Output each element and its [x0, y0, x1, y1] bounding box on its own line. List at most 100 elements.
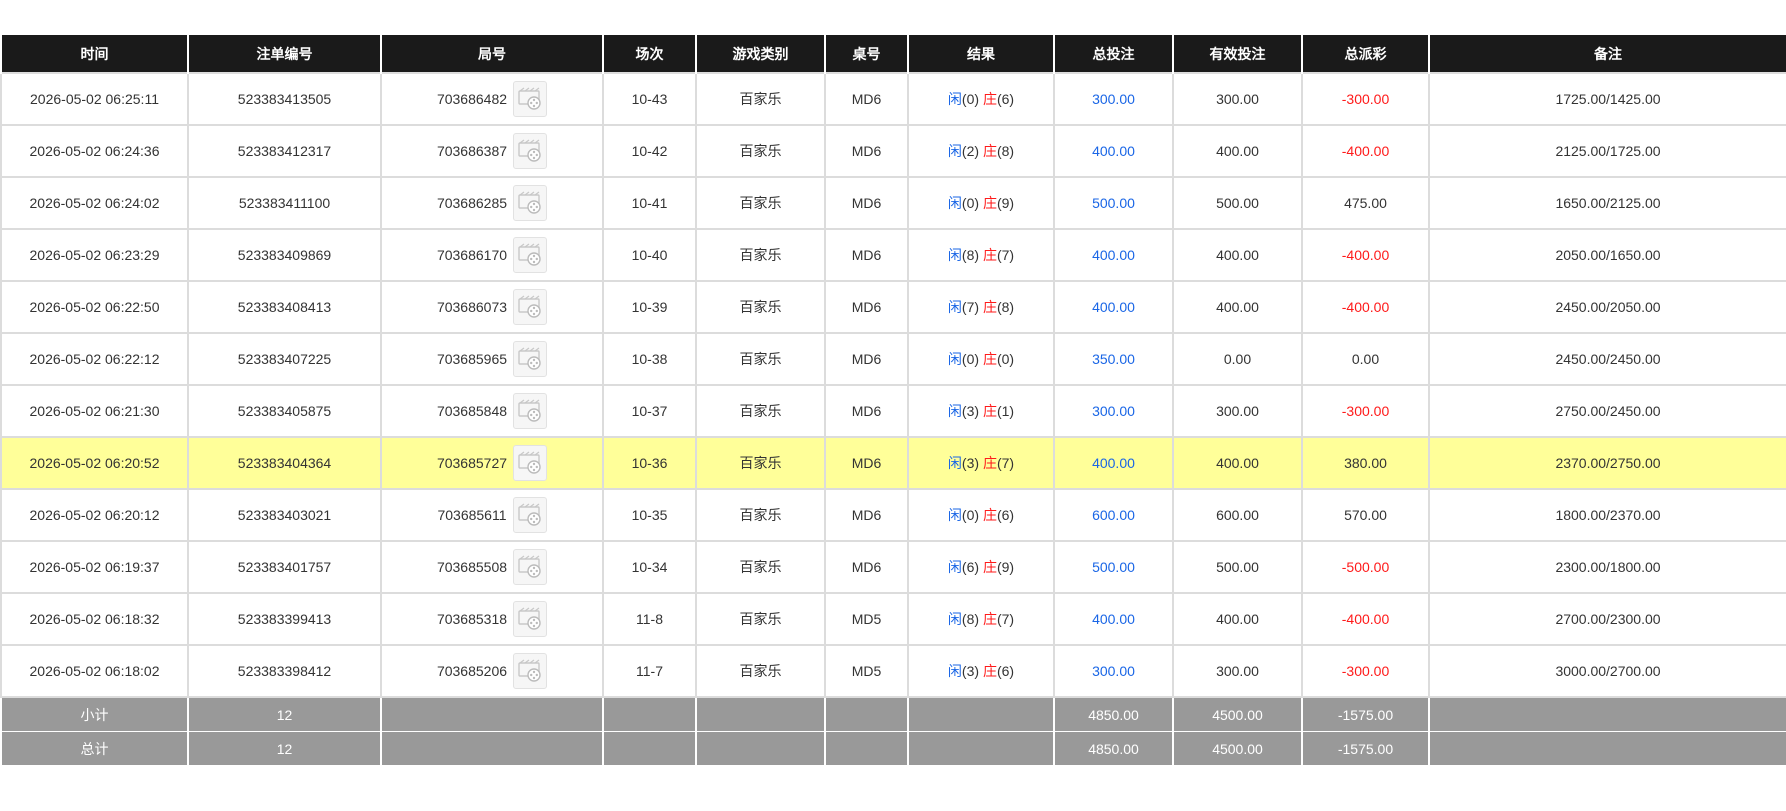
video-replay-button[interactable]	[513, 133, 548, 169]
header-valid-bet: 有效投注	[1172, 35, 1303, 73]
video-replay-button[interactable]	[513, 653, 548, 689]
cell-result: 闲(8) 庄(7)	[907, 228, 1055, 282]
player-label: 闲	[947, 143, 962, 159]
video-replay-button[interactable]	[513, 341, 548, 377]
player-score: (3)	[961, 663, 980, 679]
video-replay-button[interactable]	[513, 393, 548, 429]
banker-label: 庄	[982, 299, 997, 315]
cell-result: 闲(2) 庄(8)	[907, 124, 1055, 178]
cell-valid-bet: 300.00	[1172, 72, 1303, 126]
banker-score: (6)	[996, 507, 1015, 523]
video-replay-icon	[518, 555, 541, 578]
player-label: 闲	[947, 91, 962, 107]
cell-round: 703685206	[380, 644, 604, 698]
header-round: 局号	[380, 35, 604, 73]
cell-payout: -300.00	[1301, 72, 1430, 126]
cell-time: 2026-05-02 06:22:50	[0, 280, 189, 334]
cell-valid-bet: 400.00	[1172, 436, 1303, 490]
cell-payout: 570.00	[1301, 488, 1430, 542]
video-replay-icon	[518, 607, 541, 630]
video-replay-icon	[518, 139, 541, 162]
cell-total-bet: 400.00	[1053, 228, 1174, 282]
player-score: (3)	[961, 455, 980, 471]
video-replay-button[interactable]	[513, 185, 548, 221]
cell-session: 10-36	[602, 436, 697, 490]
cell-total-bet: 300.00	[1053, 72, 1174, 126]
video-replay-icon	[518, 191, 541, 214]
cell-table-no: MD6	[824, 228, 909, 282]
banker-label: 庄	[982, 195, 997, 211]
cell-game-type: 百家乐	[695, 176, 826, 230]
cell-bet-id: 523383399413	[187, 592, 382, 646]
cell-time: 2026-05-02 06:25:11	[0, 72, 189, 126]
video-replay-icon	[518, 295, 541, 318]
table-row: 2026-05-02 06:21:30 523383405875 7036858…	[0, 384, 1786, 438]
cell-session: 10-35	[602, 488, 697, 542]
cell-valid-bet: 400.00	[1172, 228, 1303, 282]
header-total-bet: 总投注	[1053, 35, 1174, 73]
video-replay-button[interactable]	[513, 601, 548, 637]
cell-game-type: 百家乐	[695, 332, 826, 386]
video-replay-button[interactable]	[512, 497, 547, 533]
cell-bet-id: 523383404364	[187, 436, 382, 490]
video-replay-button[interactable]	[513, 237, 548, 273]
video-replay-button[interactable]	[513, 445, 548, 481]
player-label: 闲	[947, 559, 962, 575]
cell-result: 闲(0) 庄(6)	[907, 488, 1055, 542]
banker-score: (0)	[996, 351, 1015, 367]
cell-payout: 0.00	[1301, 332, 1430, 386]
cell-session: 10-40	[602, 228, 697, 282]
grandtotal-empty	[1428, 731, 1786, 766]
banker-score: (8)	[996, 299, 1015, 315]
player-label: 闲	[947, 403, 962, 419]
cell-result: 闲(6) 庄(9)	[907, 540, 1055, 594]
player-score: (0)	[961, 507, 980, 523]
header-note: 备注	[1428, 35, 1786, 73]
cell-bet-id: 523383407225	[187, 332, 382, 386]
player-label: 闲	[947, 507, 962, 523]
cell-total-bet: 500.00	[1053, 176, 1174, 230]
cell-time: 2026-05-02 06:18:32	[0, 592, 189, 646]
video-replay-button[interactable]	[513, 549, 548, 585]
cell-time: 2026-05-02 06:18:02	[0, 644, 189, 698]
cell-note: 2050.00/1650.00	[1428, 228, 1786, 282]
cell-game-type: 百家乐	[695, 72, 826, 126]
grandtotal-empty	[695, 731, 826, 766]
cell-total-bet: 400.00	[1053, 280, 1174, 334]
video-replay-button[interactable]	[513, 289, 548, 325]
cell-total-bet: 350.00	[1053, 332, 1174, 386]
table-body: 2026-05-02 06:25:11 523383413505 7036864…	[0, 72, 1786, 698]
cell-bet-id: 523383409869	[187, 228, 382, 282]
player-score: (0)	[961, 91, 980, 107]
banker-label: 庄	[982, 247, 997, 263]
cell-valid-bet: 300.00	[1172, 644, 1303, 698]
cell-time: 2026-05-02 06:24:36	[0, 124, 189, 178]
cell-game-type: 百家乐	[695, 644, 826, 698]
cell-payout: -400.00	[1301, 228, 1430, 282]
cell-total-bet: 400.00	[1053, 592, 1174, 646]
table-row: 2026-05-02 06:20:12 523383403021 7036856…	[0, 488, 1786, 542]
table-header: 时间 注单编号 局号 场次 游戏类别 桌号 结果 总投注 有效投注 总派彩 备注	[0, 35, 1786, 73]
cell-valid-bet: 400.00	[1172, 280, 1303, 334]
cell-valid-bet: 300.00	[1172, 384, 1303, 438]
table-row: 2026-05-02 06:23:29 523383409869 7036861…	[0, 228, 1786, 282]
cell-valid-bet: 400.00	[1172, 124, 1303, 178]
player-score: (2)	[961, 143, 980, 159]
cell-session: 10-34	[602, 540, 697, 594]
cell-game-type: 百家乐	[695, 280, 826, 334]
player-label: 闲	[947, 611, 962, 627]
grandtotal-empty	[602, 731, 697, 766]
banker-label: 庄	[982, 663, 997, 679]
subtotal-payout: -1575.00	[1301, 696, 1430, 732]
cell-time: 2026-05-02 06:22:12	[0, 332, 189, 386]
player-label: 闲	[947, 663, 962, 679]
banker-label: 庄	[982, 91, 997, 107]
cell-table-no: MD6	[824, 280, 909, 334]
round-number: 703685206	[436, 663, 508, 679]
grandtotal-count: 12	[187, 731, 382, 766]
video-replay-button[interactable]	[513, 81, 548, 117]
banker-score: (7)	[996, 247, 1015, 263]
banker-score: (8)	[996, 143, 1015, 159]
cell-note: 1725.00/1425.00	[1428, 72, 1786, 126]
subtotal-total-bet: 4850.00	[1053, 696, 1174, 732]
